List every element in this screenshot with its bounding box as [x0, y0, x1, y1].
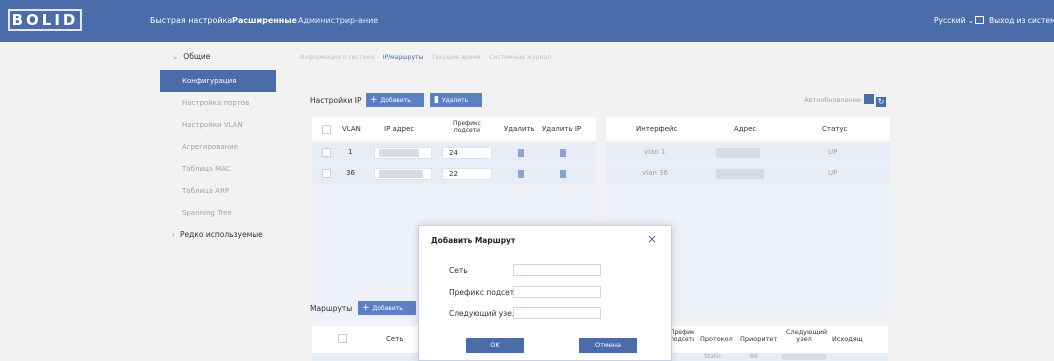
logout-icon — [975, 16, 984, 24]
chevron-right-icon: › — [172, 230, 175, 239]
prefix-value: 24 — [449, 149, 458, 157]
col-ip: IP адрес — [384, 125, 415, 133]
language-select[interactable]: Русский ⌄ — [934, 0, 974, 42]
col-address: Адрес — [734, 125, 757, 133]
network-label: Сеть — [449, 266, 468, 275]
row-interface: vlan 1 — [644, 148, 666, 156]
prefix-input[interactable] — [513, 286, 601, 298]
prefix-label: Префикс подсети — [449, 288, 519, 297]
masked-address — [716, 148, 760, 158]
row-status: UP — [828, 148, 838, 156]
masked-address — [716, 169, 764, 179]
prefix-field[interactable]: 24 — [442, 147, 492, 159]
col-status: Статус — [822, 125, 848, 133]
col-protocol: Протокол — [700, 335, 733, 343]
ok-button[interactable]: OK — [466, 338, 524, 353]
auto-refresh: Автообновление ↻ — [804, 94, 886, 107]
col-delete: Удалить — [504, 125, 535, 133]
add-route-button[interactable]: + Добавить — [358, 301, 416, 315]
next-hop-label: Следующий узел — [449, 309, 517, 318]
masked-ip — [379, 149, 419, 157]
routes-title: Маршруты — [310, 304, 353, 313]
prefix-field[interactable]: 22 — [442, 168, 492, 180]
select-all-checkbox[interactable] — [322, 125, 331, 134]
col-outgoing: Исходящ — [832, 335, 863, 343]
table-row: 1 24 — [312, 143, 596, 163]
plus-icon: + — [370, 95, 378, 105]
routes-select-all-checkbox[interactable] — [338, 334, 347, 343]
sidebar-item-stp[interactable]: Spanning Tree — [160, 202, 276, 224]
row-checkbox[interactable] — [322, 148, 331, 157]
prefix-value: 22 — [449, 170, 458, 178]
tab-system-info[interactable]: Информация о системе — [298, 54, 376, 61]
row-vlan: 1 — [348, 148, 353, 156]
col-delete-ip: Удалить IP — [542, 125, 582, 133]
add-route-dialog: Добавить Маршрут × Сеть Префикс подсети … — [418, 225, 672, 361]
table-row: 36 22 — [312, 164, 596, 184]
row-interface: vlan 36 — [642, 169, 668, 177]
sidebar-item-mac[interactable]: Таблица MAC — [160, 158, 276, 180]
auto-refresh-checkbox[interactable] — [864, 94, 874, 104]
tab-syslog[interactable]: Системный журнал — [487, 54, 553, 61]
top-bar: BOLID Быстрая настройка Расширенные Адми… — [0, 0, 1054, 42]
plus-icon: + — [362, 303, 370, 313]
delete-row-icon[interactable] — [518, 170, 524, 178]
cancel-button[interactable]: Отмена — [579, 338, 637, 353]
chevron-down-icon: ⌄ — [172, 52, 179, 61]
nav-admin[interactable]: Администрир-ание — [298, 0, 378, 42]
nav-advanced[interactable]: Расширенные — [232, 0, 297, 42]
col-network: Сеть — [386, 335, 404, 343]
tab-time[interactable]: Текущие время — [430, 54, 483, 61]
col-vlan: VLAN — [342, 125, 361, 133]
row-priority: 60 — [750, 353, 758, 360]
sidebar-item-config[interactable]: Конфигурация — [160, 70, 276, 92]
row-protocol: Static — [704, 353, 722, 360]
sidebar-item-vlan[interactable]: Настройки VLAN — [160, 114, 276, 136]
col-prefix: Префикс подсети — [453, 120, 481, 134]
col-route-prefix: Префикс подсети — [670, 329, 694, 343]
table-row: vlan 1 UP — [606, 143, 890, 163]
add-ip-button[interactable]: + Добавить — [366, 93, 424, 107]
delete-row-icon[interactable] — [518, 149, 524, 157]
ip-settings-title: Настройки IP — [310, 96, 362, 105]
status-table-header: Интерфейс Адрес Статус — [606, 117, 890, 141]
col-priority: Приоритет — [740, 335, 778, 343]
sidebar: ⌄ Общие Конфигурация Настройка портов Нас… — [160, 42, 276, 361]
delete-ip-button[interactable]: ▮ Удалить — [430, 93, 482, 107]
nav-quick-setup[interactable]: Быстрая настройка — [150, 0, 232, 42]
sidebar-item-arp[interactable]: Таблица ARP — [160, 180, 276, 202]
masked-ip — [379, 170, 423, 178]
next-hop-input[interactable] — [513, 307, 601, 319]
network-input[interactable] — [513, 264, 601, 276]
ip-address-field[interactable] — [374, 168, 432, 180]
sidebar-item-aggregation[interactable]: Агрегирование — [160, 136, 276, 158]
delete-ip-icon[interactable] — [560, 149, 566, 157]
trash-icon: ▮ — [434, 95, 439, 105]
row-status: UP — [828, 169, 838, 177]
row-vlan: 36 — [346, 169, 355, 177]
table-row: vlan 36 UP — [606, 164, 890, 184]
brand-logo: BOLID — [8, 9, 82, 31]
col-interface: Интерфейс — [636, 125, 678, 133]
delete-ip-icon[interactable] — [560, 170, 566, 178]
sidebar-item-ports[interactable]: Настройка портов — [160, 92, 276, 114]
ip-address-field[interactable] — [374, 147, 432, 159]
sidebar-group-general[interactable]: ⌄ Общие — [172, 52, 210, 61]
dialog-title: Добавить Маршрут — [431, 236, 516, 245]
tab-bar: Информация о системе IP/маршруты Текущие… — [298, 52, 555, 64]
col-next-hop: Следующий узел — [786, 328, 828, 343]
close-icon[interactable]: × — [647, 233, 657, 245]
logout-button[interactable]: Выход из систем — [975, 0, 1054, 42]
sidebar-group-rare[interactable]: › Редко используемые — [172, 230, 263, 239]
ip-table-header: VLAN IP адрес Префикс подсети Удалить Уд… — [312, 117, 596, 141]
row-checkbox[interactable] — [322, 169, 331, 178]
tab-ip-routes[interactable]: IP/маршруты — [381, 54, 426, 61]
masked-next-hop — [782, 354, 826, 360]
refresh-icon[interactable]: ↻ — [876, 97, 886, 107]
